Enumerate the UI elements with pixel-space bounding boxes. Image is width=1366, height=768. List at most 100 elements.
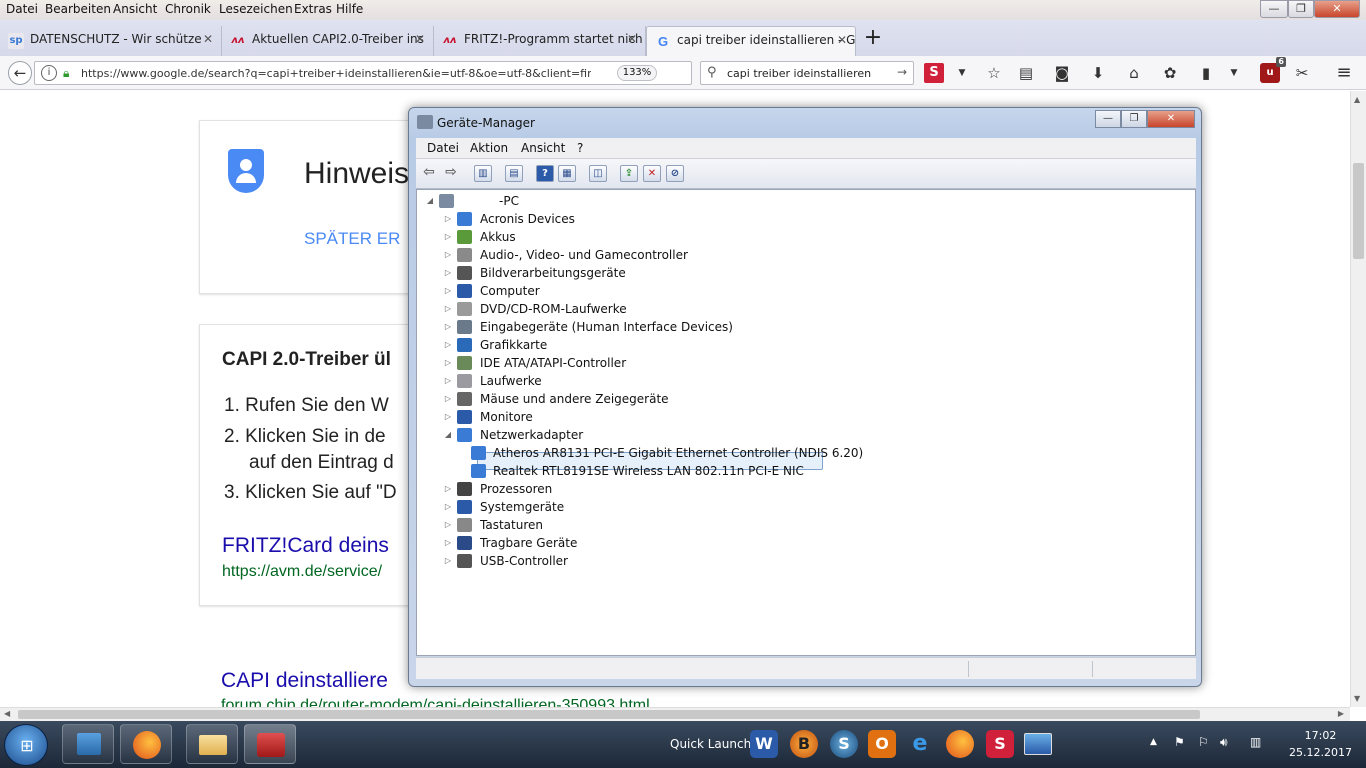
later-link[interactable]: SPÄTER ER	[304, 229, 400, 249]
close-tab-icon[interactable]: ✕	[627, 32, 637, 46]
expand-arrow-icon[interactable]: ▷	[443, 246, 453, 264]
expand-arrow-icon[interactable]: ▷	[443, 498, 453, 516]
desktop-icon[interactable]	[1024, 733, 1052, 755]
firefox-ql-icon[interactable]	[946, 730, 974, 758]
extension-icon[interactable]: ✿	[1160, 63, 1180, 83]
s-red-icon[interactable]: S	[986, 730, 1014, 758]
menu-bearbeiten[interactable]: Bearbeiten	[45, 2, 111, 16]
menu-hilfe[interactable]: Hilfe	[336, 2, 363, 16]
expand-arrow-icon[interactable]: ▷	[443, 336, 453, 354]
dm-maximize-button[interactable]: ❐	[1121, 110, 1147, 128]
tray-expand-icon[interactable]: ▲	[1150, 737, 1157, 747]
tab-capi-treiber[interactable]: ʌʌ Aktuellen CAPI2.0-Treiber ins ✕	[222, 26, 434, 56]
s-addon-icon[interactable]: S	[924, 63, 944, 83]
expand-arrow-icon[interactable]: ▷	[443, 480, 453, 498]
menu-datei[interactable]: Datei	[6, 2, 38, 16]
collapse-arrow-icon[interactable]: ◢	[443, 426, 453, 444]
new-tab-icon[interactable]: +	[862, 26, 884, 50]
disable-device-icon[interactable]: ⊘	[666, 165, 684, 182]
start-button[interactable]: ⊞	[4, 724, 48, 766]
back-arrow-icon[interactable]: ⇦	[420, 165, 438, 182]
dm-menu-help[interactable]: ?	[577, 141, 583, 155]
clipboard-icon[interactable]: ▮	[1196, 63, 1216, 83]
expand-arrow-icon[interactable]: ▷	[443, 516, 453, 534]
s-app-icon[interactable]: S	[830, 730, 858, 758]
flag-icon[interactable]: ⚐	[1198, 735, 1209, 749]
tray-app-icon[interactable]: ⚑	[1174, 735, 1185, 749]
tab-fritz-programm[interactable]: ʌʌ FRITZ!-Programm startet nich ✕	[434, 26, 646, 56]
maximize-button[interactable]: ❐	[1288, 0, 1314, 18]
expand-arrow-icon[interactable]: ▷	[443, 264, 453, 282]
result2-link-title[interactable]: CAPI deinstalliere	[221, 669, 388, 693]
close-tab-icon[interactable]: ✕	[203, 32, 213, 46]
network-icon[interactable]: ▥	[1250, 735, 1261, 749]
tab-datenschutz[interactable]: sp DATENSCHUTZ - Wir schütze ✕	[0, 26, 222, 56]
dm-close-button[interactable]: ✕	[1147, 110, 1195, 128]
taskbar-explorer[interactable]	[186, 724, 238, 764]
scroll-right-icon[interactable]: ▶	[1338, 709, 1344, 718]
expand-arrow-icon[interactable]: ▷	[443, 210, 453, 228]
speaker-icon[interactable]: 🔊︎	[1220, 735, 1228, 750]
taskbar-device-manager[interactable]	[244, 724, 296, 764]
console-tree-icon[interactable]: ▥	[474, 165, 492, 182]
properties-icon[interactable]: ▤	[505, 165, 523, 182]
ublock-icon[interactable]: u6	[1260, 57, 1286, 83]
tab-google-search[interactable]: G capi treiber ideinstallieren - G ✕	[646, 26, 856, 56]
collapse-arrow-icon[interactable]: ◢	[425, 192, 435, 210]
forward-arrow-icon[interactable]: ⇨	[442, 165, 460, 182]
device-tree[interactable]: ◢ -PC ▷ Acronis Devices ▷ Akkus ▷ Audio-, Video…	[416, 189, 1196, 656]
dm-menu-ansicht[interactable]: Ansicht	[521, 141, 565, 155]
result2-link-url[interactable]: forum.chip.de/router-modem/capi-deinstal…	[221, 697, 650, 707]
scan-hardware-icon[interactable]: ◫	[589, 165, 607, 182]
expand-arrow-icon[interactable]: ▷	[443, 390, 453, 408]
reading-list-icon[interactable]: ▤	[1016, 63, 1036, 83]
search-query[interactable]: capi treiber ideinstallieren	[727, 67, 871, 80]
help-icon[interactable]: ?	[536, 165, 554, 182]
uninstall-icon[interactable]: ✕	[643, 165, 661, 182]
hamburger-menu-icon[interactable]: ≡	[1334, 63, 1354, 83]
scroll-left-icon[interactable]: ◀	[4, 709, 10, 718]
close-tab-icon[interactable]: ✕	[837, 33, 847, 47]
scroll-up-icon[interactable]: ▲	[1354, 95, 1360, 104]
dropdown-icon[interactable]: ▼	[952, 63, 972, 83]
home-icon[interactable]: ⌂	[1124, 63, 1144, 83]
expand-arrow-icon[interactable]: ▷	[443, 228, 453, 246]
scroll-down-icon[interactable]: ▼	[1354, 694, 1360, 703]
dm-menu-datei[interactable]: Datei	[427, 141, 459, 155]
result-link-title[interactable]: FRITZ!Card deins	[222, 534, 389, 558]
taskbar-firefox[interactable]	[120, 724, 172, 764]
expand-arrow-icon[interactable]: ▷	[443, 318, 453, 336]
close-tab-icon[interactable]: ✕	[415, 32, 425, 46]
search-input[interactable]: ⚲ capi treiber ideinstallieren →	[700, 61, 914, 85]
horizontal-scrollbar[interactable]: ◀ ▶	[0, 707, 1350, 721]
url-text[interactable]: https://www.google.de/search?q=capi+trei…	[81, 67, 591, 80]
close-button[interactable]: ✕	[1314, 0, 1360, 18]
zoom-indicator[interactable]: 133%	[617, 65, 657, 81]
result-link-url[interactable]: https://avm.de/service/	[222, 563, 382, 581]
action-pane-icon[interactable]: ▦	[558, 165, 576, 182]
outlook-icon[interactable]: O	[868, 730, 896, 758]
dropdown-icon[interactable]: ▼	[1224, 63, 1244, 83]
expand-arrow-icon[interactable]: ▷	[443, 300, 453, 318]
expand-arrow-icon[interactable]: ▷	[443, 354, 453, 372]
menu-ansicht[interactable]: Ansicht	[113, 2, 157, 16]
word-icon[interactable]: W	[750, 730, 778, 758]
download-icon[interactable]: ⬇	[1088, 63, 1108, 83]
taskbar-library-app[interactable]	[62, 724, 114, 764]
clock[interactable]: 17:02 25.12.2017	[1289, 727, 1352, 761]
expand-arrow-icon[interactable]: ▷	[443, 372, 453, 390]
expand-arrow-icon[interactable]: ▷	[443, 534, 453, 552]
ie-icon[interactable]: e	[906, 730, 934, 758]
menu-extras[interactable]: Extras	[294, 2, 332, 16]
info-icon[interactable]: i	[41, 65, 57, 81]
menu-lesezeichen[interactable]: Lesezeichen	[219, 2, 293, 16]
expand-arrow-icon[interactable]: ▷	[443, 282, 453, 300]
dm-menu-aktion[interactable]: Aktion	[470, 141, 508, 155]
hscroll-thumb[interactable]	[18, 710, 1200, 719]
vertical-scrollbar[interactable]: ▲ ▼	[1350, 91, 1366, 707]
menu-chronik[interactable]: Chronik	[165, 2, 211, 16]
scroll-thumb[interactable]	[1353, 163, 1364, 259]
minimize-button[interactable]: —	[1260, 0, 1288, 18]
tools-icon[interactable]: ✂	[1292, 63, 1312, 83]
url-bar[interactable]: i 🔒︎ https://www.google.de/search?q=capi…	[34, 61, 692, 85]
